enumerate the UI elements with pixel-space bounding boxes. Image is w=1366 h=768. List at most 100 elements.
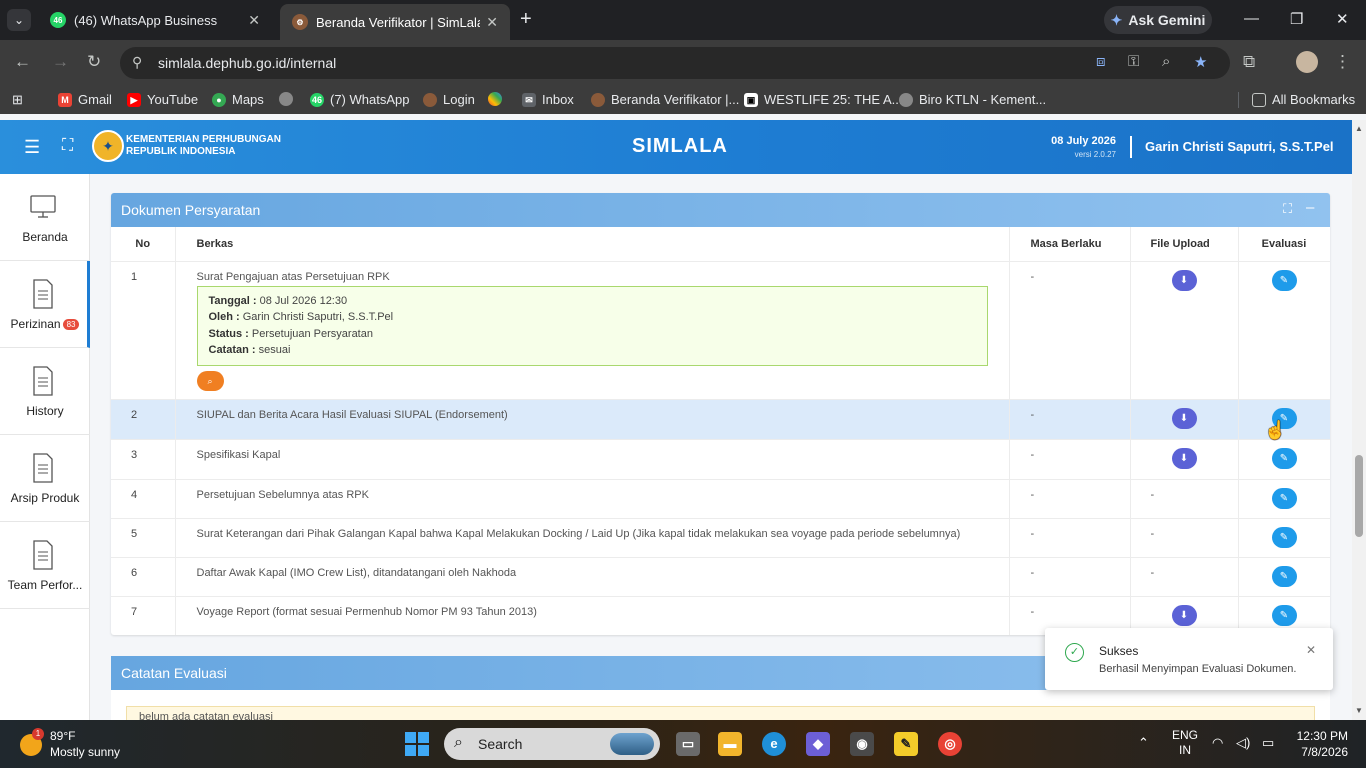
bookmark-whatsapp[interactable]: 46 (7) WhatsApp bbox=[310, 92, 409, 107]
scroll-down-icon[interactable]: ▼ bbox=[1355, 706, 1363, 715]
close-window-icon[interactable]: ✕ bbox=[1336, 10, 1349, 28]
task-view-icon[interactable]: ▭ bbox=[676, 732, 700, 756]
tray-chevron-icon[interactable]: ⌃ bbox=[1138, 735, 1149, 751]
download-button[interactable]: ⬇ bbox=[1171, 407, 1197, 429]
user-name[interactable]: Garin Christi Saputri, S.S.T.Pel bbox=[1145, 139, 1334, 154]
bookmark-label: Biro KTLN - Kement... bbox=[919, 92, 1047, 107]
expand-icon[interactable]: ⛶ bbox=[1283, 201, 1292, 217]
extensions-icon[interactable]: ⧉ bbox=[1243, 52, 1255, 72]
sidebar-item-arsip-produk[interactable]: Arsip Produk bbox=[0, 435, 90, 522]
apps-grid-icon[interactable]: ⊞ bbox=[12, 92, 23, 108]
sidebar-item-perizinan[interactable]: Perizinan 83 bbox=[0, 261, 90, 348]
row-eval: ✎ bbox=[1238, 479, 1330, 519]
document-icon bbox=[33, 540, 53, 570]
note-value: sesuai bbox=[258, 344, 291, 356]
reload-icon[interactable]: ↻ bbox=[87, 52, 101, 72]
tab-search-button[interactable]: ⌄ bbox=[7, 9, 31, 31]
app-version: versi 2.0.27 bbox=[1074, 150, 1116, 159]
evaluation-empty-note: belum ada catatan evaluasi bbox=[126, 706, 1315, 720]
chrome-icon[interactable]: ◎ bbox=[938, 732, 962, 756]
note-value: 08 Jul 2026 12:30 bbox=[259, 294, 348, 307]
camera-icon[interactable]: ◉ bbox=[850, 732, 874, 756]
tab-whatsapp[interactable]: 46 (46) WhatsApp Business ✕ bbox=[38, 4, 272, 36]
bookmark-youtube[interactable]: ▶ YouTube bbox=[127, 92, 198, 107]
edit-evaluation-button[interactable]: ✎ bbox=[1271, 526, 1297, 548]
all-bookmarks[interactable]: All Bookmarks bbox=[1252, 92, 1355, 107]
copilot-icon[interactable]: ◆ bbox=[806, 732, 830, 756]
tab-simlala[interactable]: ⚙ Beranda Verifikator | SimLala ✕ bbox=[280, 4, 510, 40]
back-icon[interactable]: ← bbox=[14, 52, 31, 72]
bookmark-maps[interactable]: ● Maps bbox=[212, 92, 264, 107]
search-history-button[interactable]: ⌕ bbox=[196, 370, 224, 391]
file-explorer-icon[interactable]: ▬ bbox=[718, 732, 742, 756]
language-indicator[interactable]: ENG IN bbox=[1172, 728, 1198, 758]
edit-evaluation-button[interactable]: ✎ bbox=[1271, 269, 1297, 291]
url-text[interactable]: simlala.dephub.go.id/internal bbox=[158, 55, 336, 71]
documents-card-title: Dokumen Persyaratan bbox=[121, 202, 261, 218]
forward-icon[interactable]: → bbox=[52, 52, 69, 72]
edit-evaluation-button[interactable]: ✎ bbox=[1271, 604, 1297, 626]
sidebar-item-team-performance[interactable]: Team Perfor... bbox=[0, 522, 90, 609]
windows-start-icon[interactable] bbox=[405, 732, 429, 756]
bookmark-star-icon[interactable]: ★ bbox=[1194, 53, 1207, 71]
globe-icon[interactable] bbox=[279, 92, 299, 106]
col-masa-berlaku: Masa Berlaku bbox=[1009, 227, 1131, 262]
bookmark-biro-ktln[interactable]: Biro KTLN - Kement... bbox=[899, 92, 1046, 107]
battery-icon[interactable]: ▭ bbox=[1262, 735, 1274, 751]
hamburger-menu-icon[interactable]: ☰ bbox=[24, 137, 40, 158]
row-no: 3 bbox=[111, 439, 176, 480]
bookmark-westlife[interactable]: ▣ WESTLIFE 25: THE A... bbox=[744, 92, 902, 107]
table-row: 4 Persetujuan Sebelumnya atas RPK - - ✎ bbox=[111, 479, 1330, 519]
download-button[interactable]: ⬇ bbox=[1171, 604, 1197, 626]
folder-icon bbox=[1252, 92, 1266, 107]
brand-title: SIMLALA bbox=[632, 135, 728, 157]
document-icon bbox=[33, 453, 53, 483]
new-tab-icon[interactable]: + bbox=[520, 8, 532, 31]
note-value: Persetujuan Persyaratan bbox=[251, 327, 373, 340]
ask-gemini-button[interactable]: ✦ Ask Gemini bbox=[1104, 6, 1212, 34]
all-bookmarks-label: All Bookmarks bbox=[1272, 92, 1356, 107]
toast-close-icon[interactable]: ✕ bbox=[1306, 643, 1316, 657]
fullscreen-icon[interactable]: ⛶ bbox=[62, 137, 73, 155]
edit-evaluation-button[interactable]: ✎ bbox=[1271, 565, 1297, 587]
taskbar-clock[interactable]: 12:30 PM 7/8/2026 bbox=[1292, 728, 1348, 760]
key-icon[interactable]: ⚿ bbox=[1128, 53, 1139, 70]
sidebar-item-history[interactable]: History bbox=[0, 348, 90, 435]
bookmark-pinwheel[interactable] bbox=[488, 92, 508, 106]
bookmark-gmail[interactable]: M Gmail bbox=[58, 92, 112, 107]
sticky-notes-icon[interactable]: ✎ bbox=[894, 732, 918, 756]
edit-evaluation-button[interactable]: ✎ bbox=[1271, 447, 1297, 469]
edit-evaluation-button[interactable]: ✎ bbox=[1271, 487, 1297, 509]
bookmark-login[interactable]: Login bbox=[423, 92, 475, 107]
wifi-icon[interactable]: ◠ bbox=[1212, 735, 1223, 751]
edge-icon[interactable]: e bbox=[762, 732, 786, 756]
weather-widget[interactable]: 1 89°F Mostly sunny bbox=[20, 728, 150, 762]
minimize-icon[interactable]: — bbox=[1244, 10, 1259, 27]
bookmark-inbox[interactable]: ✉ Inbox bbox=[522, 92, 574, 107]
taskbar-search[interactable]: ⌕ Search bbox=[444, 728, 660, 760]
download-button[interactable]: ⬇ bbox=[1171, 269, 1197, 291]
bookmark-beranda[interactable]: Beranda Verifikator |... bbox=[591, 92, 739, 107]
collapse-icon[interactable]: – bbox=[1306, 199, 1314, 216]
scrollbar-thumb[interactable] bbox=[1355, 455, 1363, 537]
profile-avatar[interactable] bbox=[1296, 51, 1318, 73]
zoom-icon[interactable]: ⌕ bbox=[1162, 53, 1170, 70]
site-info-icon[interactable]: ⚲ bbox=[132, 54, 142, 71]
close-tab-icon[interactable]: ✕ bbox=[486, 14, 498, 31]
row-masa: - bbox=[1009, 439, 1131, 480]
note-label: Catatan : bbox=[208, 344, 256, 356]
download-button[interactable]: ⬇ bbox=[1171, 447, 1197, 469]
close-tab-icon[interactable]: ✕ bbox=[248, 12, 260, 29]
weather-condition: Mostly sunny bbox=[50, 745, 121, 759]
address-bar[interactable]: ⚲ simlala.dephub.go.id/internal ⧈ ⚿ ⌕ ★ bbox=[120, 47, 1230, 79]
menu-kebab-icon[interactable]: ⋮ bbox=[1334, 52, 1351, 72]
volume-icon[interactable]: ◁) bbox=[1236, 735, 1250, 751]
row-file: - bbox=[1130, 479, 1239, 519]
restore-icon[interactable]: ❐ bbox=[1290, 10, 1303, 28]
simlala-icon bbox=[591, 92, 605, 107]
scroll-up-icon[interactable]: ▲ bbox=[1355, 124, 1363, 133]
gmail-icon: M bbox=[58, 92, 72, 107]
install-app-icon[interactable]: ⧈ bbox=[1096, 53, 1106, 70]
page-scrollbar[interactable]: ▲ ▼ bbox=[1352, 120, 1366, 720]
sidebar-item-beranda[interactable]: Beranda bbox=[0, 174, 90, 261]
